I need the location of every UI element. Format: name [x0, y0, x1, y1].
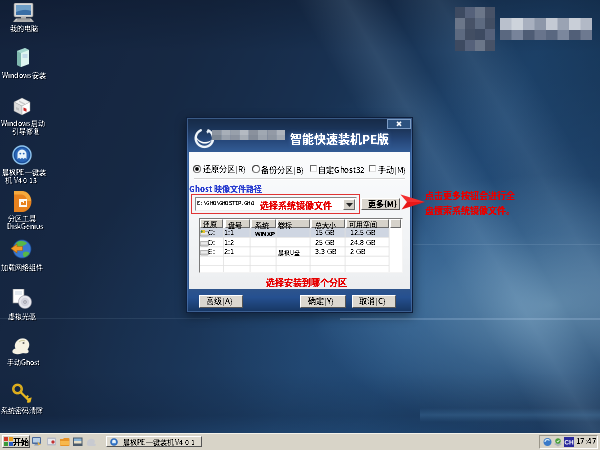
- svg-text:CH: CH: [564, 440, 574, 447]
